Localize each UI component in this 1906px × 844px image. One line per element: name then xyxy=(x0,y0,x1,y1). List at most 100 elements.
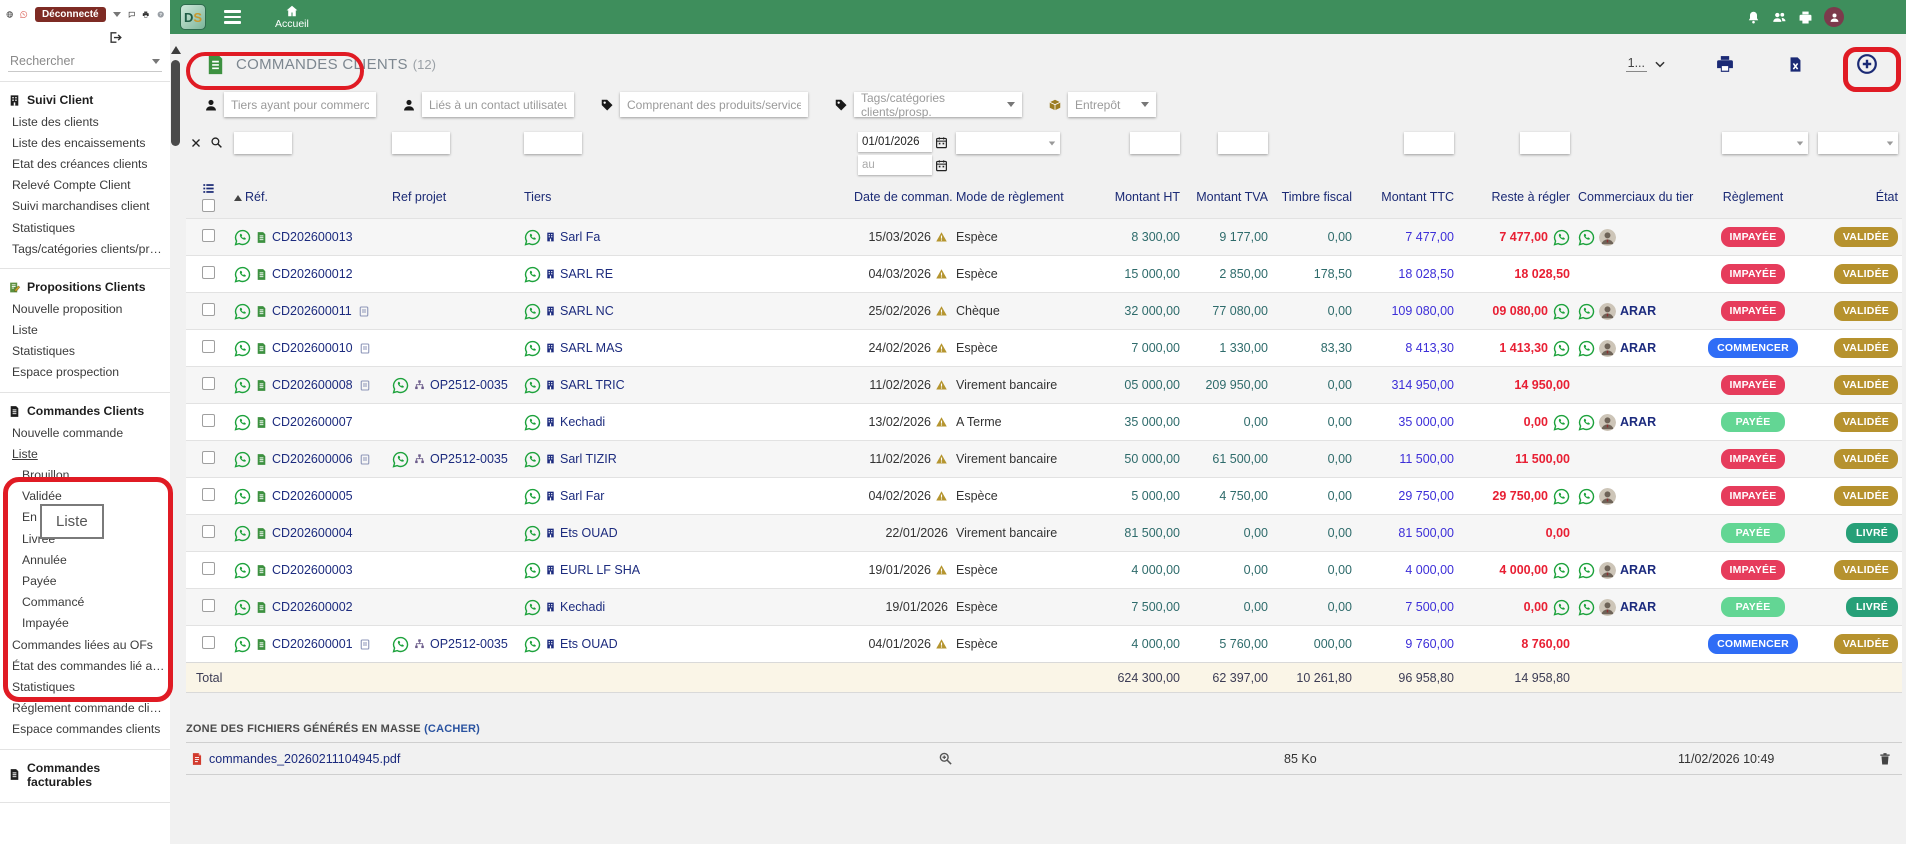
hide-files-link[interactable]: (CACHER) xyxy=(424,723,480,735)
whatsapp-icon[interactable] xyxy=(1578,488,1595,505)
payment-status-badge[interactable]: IMPAYÉE xyxy=(1720,264,1786,284)
note-icon[interactable] xyxy=(359,453,371,466)
calendar-icon[interactable] xyxy=(935,159,948,172)
sidebar-item[interactable]: Liste xyxy=(0,320,170,341)
sidebar-item[interactable]: Commancé xyxy=(0,592,170,613)
hamburger-menu-icon[interactable] xyxy=(224,10,241,24)
whatsapp-icon[interactable] xyxy=(234,229,251,246)
column-header[interactable]: Reste à régler xyxy=(1458,178,1574,219)
select-all-checkbox[interactable] xyxy=(201,199,215,212)
project-ref-link[interactable]: OP2512-0035 xyxy=(430,378,508,392)
salesrep-avatar[interactable] xyxy=(1599,488,1616,505)
column-header[interactable]: Tiers xyxy=(520,178,850,219)
order-ref-link[interactable]: CD202600003 xyxy=(272,563,353,577)
help-icon[interactable] xyxy=(157,7,164,22)
whatsapp-icon[interactable] xyxy=(234,266,251,283)
column-header[interactable]: Règlement xyxy=(1694,178,1812,219)
whatsapp-icon[interactable] xyxy=(1578,303,1595,320)
whatsapp-icon[interactable] xyxy=(234,636,251,653)
sidebar-item[interactable]: Liste xyxy=(0,443,170,464)
connection-status-badge[interactable]: Déconnecté xyxy=(34,7,106,22)
row-checkbox[interactable] xyxy=(201,525,215,538)
order-ref-link[interactable]: CD202600010 xyxy=(272,341,353,355)
filter-etat-select[interactable] xyxy=(1818,132,1898,154)
whatsapp-icon[interactable] xyxy=(234,303,251,320)
sidebar-item[interactable]: Statistiques xyxy=(0,341,170,362)
order-ref-link[interactable]: CD202600012 xyxy=(272,267,353,281)
payment-status-badge[interactable]: PAYÉE xyxy=(1721,597,1785,617)
payment-status-badge[interactable]: IMPAYÉE xyxy=(1720,375,1786,395)
whatsapp-icon[interactable] xyxy=(234,599,251,616)
whatsapp-icon[interactable] xyxy=(524,451,541,468)
filter-chip-input[interactable] xyxy=(620,92,808,117)
note-icon[interactable] xyxy=(359,342,371,355)
salesrep-link[interactable]: ARAR xyxy=(1620,600,1656,614)
payment-status-badge[interactable]: IMPAYÉE xyxy=(1720,486,1786,506)
sidebar-item[interactable]: Brouillon xyxy=(0,464,170,485)
whatsapp-icon[interactable] xyxy=(524,414,541,431)
salesrep-link[interactable]: ARAR xyxy=(1620,563,1656,577)
order-ref-link[interactable]: CD202600006 xyxy=(272,452,353,466)
filter-ttc-input[interactable] xyxy=(1404,132,1454,154)
whatsapp-status-icon[interactable] xyxy=(20,7,27,22)
clear-filters-icon[interactable] xyxy=(190,137,202,149)
thirdparty-link[interactable]: Sarl Far xyxy=(560,489,604,503)
filter-reglement-select[interactable] xyxy=(1722,132,1808,154)
whatsapp-icon[interactable] xyxy=(524,488,541,505)
salesrep-avatar[interactable] xyxy=(1599,303,1616,320)
users-icon[interactable] xyxy=(1772,10,1787,25)
column-header[interactable]: Mode de règlement xyxy=(952,178,1092,219)
row-checkbox[interactable] xyxy=(201,636,215,649)
row-checkbox[interactable] xyxy=(201,229,215,242)
globe-icon[interactable] xyxy=(6,7,13,22)
sidebar-item[interactable]: Espace commandes clients xyxy=(0,719,170,740)
sidebar-item[interactable]: Statistiques xyxy=(0,676,170,697)
column-header[interactable]: Commerciaux du tiers xyxy=(1574,178,1694,219)
row-checkbox[interactable] xyxy=(201,599,215,612)
export-excel-icon[interactable] xyxy=(1787,55,1804,74)
payment-status-badge[interactable]: IMPAYÉE xyxy=(1720,227,1786,247)
salesrep-avatar[interactable] xyxy=(1599,340,1616,357)
payment-status-badge[interactable]: IMPAYÉE xyxy=(1720,301,1786,321)
print-icon[interactable] xyxy=(1798,10,1813,25)
order-ref-link[interactable]: CD202600004 xyxy=(272,526,353,540)
whatsapp-icon[interactable] xyxy=(524,377,541,394)
sidebar-search[interactable]: Rechercher xyxy=(8,51,162,72)
app-logo[interactable]: DS xyxy=(180,4,206,30)
whatsapp-icon[interactable] xyxy=(524,636,541,653)
sidebar-item[interactable]: Réglement commande client xyxy=(0,698,170,719)
whatsapp-icon[interactable] xyxy=(234,525,251,542)
whatsapp-icon[interactable] xyxy=(1578,414,1595,431)
filter-tva-input[interactable] xyxy=(1218,132,1268,154)
thirdparty-link[interactable]: SARL NC xyxy=(560,304,614,318)
row-checkbox[interactable] xyxy=(201,451,215,464)
thirdparty-link[interactable]: SARL RE xyxy=(560,267,613,281)
whatsapp-icon[interactable] xyxy=(234,340,251,357)
preview-zoom-icon[interactable] xyxy=(938,751,953,766)
row-checkbox[interactable] xyxy=(201,488,215,501)
column-header[interactable]: Date de comman... xyxy=(850,178,952,219)
row-checkbox[interactable] xyxy=(201,377,215,390)
thirdparty-link[interactable]: SARL MAS xyxy=(560,341,623,355)
whatsapp-icon[interactable] xyxy=(1578,562,1595,579)
search-filters-icon[interactable] xyxy=(210,136,223,149)
row-checkbox[interactable] xyxy=(201,266,215,279)
delete-file-icon[interactable] xyxy=(1878,751,1892,767)
column-header[interactable]: Montant TTC xyxy=(1356,178,1458,219)
salesrep-avatar[interactable] xyxy=(1599,562,1616,579)
notifications-bell-icon[interactable] xyxy=(1746,10,1761,25)
whatsapp-icon[interactable] xyxy=(1578,340,1595,357)
filter-reste-input[interactable] xyxy=(1520,132,1570,154)
column-header[interactable]: Montant HT xyxy=(1092,178,1184,219)
project-ref-link[interactable]: OP2512-0035 xyxy=(430,452,508,466)
order-ref-link[interactable]: CD202600007 xyxy=(272,415,353,429)
thirdparty-link[interactable]: EURL LF SHA xyxy=(560,563,640,577)
calendar-icon[interactable] xyxy=(935,136,948,149)
sidebar-item[interactable]: Relevé Compte Client xyxy=(0,175,170,196)
whatsapp-icon[interactable] xyxy=(524,525,541,542)
thirdparty-link[interactable]: Kechadi xyxy=(560,600,605,614)
whatsapp-icon[interactable] xyxy=(392,377,409,394)
filter-ht-input[interactable] xyxy=(1130,132,1180,154)
note-icon[interactable] xyxy=(359,379,371,392)
row-checkbox[interactable] xyxy=(201,414,215,427)
